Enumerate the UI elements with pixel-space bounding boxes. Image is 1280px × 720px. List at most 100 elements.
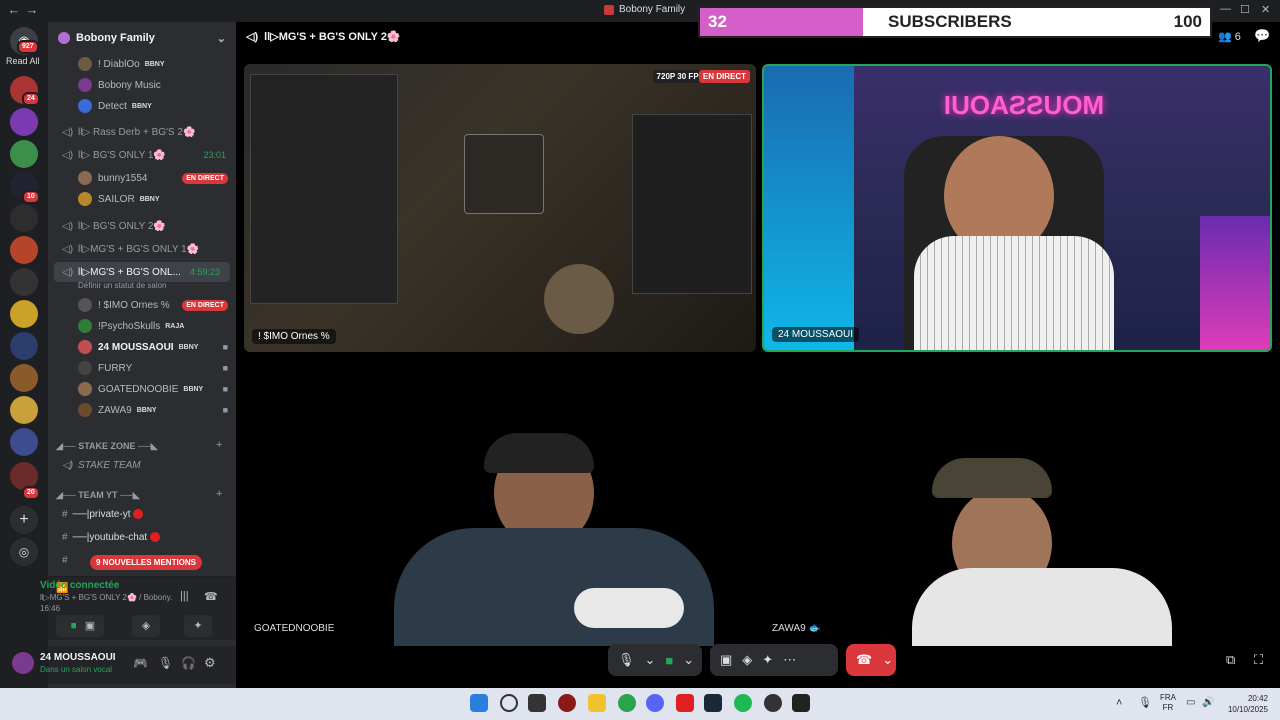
screen-share-icon[interactable]: ▣ [720,652,732,668]
language-indicator[interactable]: FRA FR [1160,693,1176,713]
voice-user[interactable]: ZAWA9 BBNY ■ [48,400,236,420]
stream-tile-game[interactable]: 720P 30 FPS EN DIRECT ! $IMO Ornes % [244,64,756,352]
screen-share-button[interactable]: ▣ [76,615,104,637]
game-controller-icon[interactable]: 🎮 [133,656,148,670]
server-icon[interactable] [10,332,38,360]
server-icon[interactable] [10,428,38,456]
voice-user[interactable]: 24 MOUSSAOUI BBNY ■ [48,337,236,357]
chevron-down-icon[interactable]: ⌄ [645,652,656,668]
voice-user[interactable]: Detect BBNY [48,96,236,116]
server-icon[interactable] [10,204,38,232]
app-icon[interactable] [792,694,810,712]
voice-user[interactable]: ! DiablOo BBNY [48,54,236,74]
user-name: FURRY [98,362,133,374]
app-icon[interactable] [558,694,576,712]
voice-channel[interactable]: ◁) ll▷MG'S + BG'S ONLY 1🌸 [48,239,236,259]
server-icon[interactable] [10,268,38,296]
maximize-button[interactable]: ☐ [1240,3,1250,16]
user-avatar[interactable] [12,652,34,674]
text-channel[interactable]: # ──| youtube-chat [48,527,236,547]
chrome-icon[interactable] [618,694,636,712]
add-channel-icon[interactable]: + [216,488,222,500]
microphone-icon[interactable]: 🎙 [158,656,173,670]
disconnect-call-button[interactable]: ☎ ⌄ [846,644,896,676]
server-icon[interactable] [10,300,38,328]
clock[interactable]: 20:42 10/10/2025 [1224,693,1268,715]
chat-bubble-icon[interactable]: 💬 [1254,28,1270,44]
chevron-down-icon: ⌄ [216,32,226,45]
chevron-down-icon[interactable]: ⌄ [683,652,694,668]
text-channel[interactable]: # ──| private-yt [48,504,236,524]
obs-icon[interactable] [764,694,782,712]
task-view-icon[interactable] [528,694,546,712]
server-icon[interactable] [10,236,38,264]
voice-channel[interactable]: ◁) ll▷ BG'S ONLY 2🌸 [48,216,236,236]
add-server-icon[interactable]: + [10,506,38,534]
headphones-icon[interactable]: 🎧 [181,656,196,670]
activity-icon[interactable]: ◈ [742,652,752,668]
camera-icon[interactable]: ■ [665,653,673,668]
windows-start-icon[interactable] [470,694,488,712]
webcam-tile-goatednoobie[interactable]: GOATEDNOOBIE [244,358,756,646]
voice-user[interactable]: Bobony Music [48,75,236,95]
role-tag: RAJA [165,322,185,330]
fullscreen-icon[interactable]: ⛶ [1254,652,1263,668]
forward-button[interactable]: → [22,2,42,17]
voice-channel-path[interactable]: ll▷MG'S + BG'S ONLY 2🌸 / Bobony... [40,593,172,602]
voice-user[interactable]: GOATEDNOOBIE BBNY ■ [48,379,236,399]
category-label: STAKE ZONE [78,441,136,451]
voice-channel[interactable]: ◁) ll▷ Rass Derb + BG'S 2🌸 [48,122,236,142]
steam-icon[interactable] [704,694,722,712]
read-all-button[interactable]: Read All [6,56,40,66]
voice-user[interactable]: bunny1554 EN DIRECT [48,168,236,188]
disconnect-icon[interactable]: ☎ [204,590,218,603]
server-header[interactable]: Bobony Family ⌄ [48,26,236,50]
microphone-icon[interactable]: 🎙 [1138,696,1152,709]
popout-icon[interactable]: ⧉ [1226,652,1235,668]
soundboard-button[interactable]: ✦ [184,615,212,637]
search-icon[interactable] [500,694,518,712]
voice-user[interactable]: SAILOR BBNY [48,189,236,209]
server-icon[interactable] [10,364,38,392]
back-button[interactable]: ← [4,2,24,17]
speaker-icon: ◁) [62,149,74,161]
voice-channel[interactable]: ◁) STAKE TEAM [48,455,236,475]
more-options-icon[interactable]: ⋯ [783,652,796,668]
channel-status[interactable]: Définir un statut de salon [78,281,167,290]
server-icon[interactable] [10,108,38,136]
voice-user[interactable]: !PsychoSkulls RAJA [48,316,236,336]
new-mentions-badge[interactable]: 9 NOUVELLES MENTIONS [90,555,203,570]
server-icon[interactable] [10,396,38,424]
voice-status: Vidéo connectée [40,580,120,591]
participants-button[interactable]: 👥 6 [1218,30,1241,43]
username[interactable]: 24 MOUSSAOUI [40,652,116,663]
voice-user[interactable]: ! $IMO Ornes % EN DIRECT [48,295,236,315]
close-button[interactable]: ✕ [1261,3,1270,16]
volume-icon[interactable]: 🔊 [1202,697,1214,708]
mic-control[interactable]: 🎙 ⌄ ■ ⌄ [608,644,702,676]
file-explorer-icon[interactable] [588,694,606,712]
chevron-up-icon[interactable]: ˄ [1116,697,1122,709]
webcam-tile-24-moussaoui[interactable]: MOUSSAOUI 24 MOUSSAOUI [762,64,1272,352]
call-title: ll▷MG'S + BG'S ONLY 2🌸 [264,31,401,43]
chevron-down-icon[interactable]: ⌄ [882,652,893,668]
soundboard-icon[interactable]: ✦ [762,652,773,668]
discord-icon[interactable] [646,694,664,712]
minimize-button[interactable]: — [1220,3,1231,15]
microphone-icon[interactable]: 🎙 [618,652,635,668]
active-voice-channel[interactable]: ◁) ll▷MG'S + BG'S ONL... 4:59:23 [54,262,230,282]
noise-suppression-icon[interactable]: ||| [180,590,189,602]
voice-user[interactable]: FURRY ■ [48,358,236,378]
network-icon[interactable]: ▭ [1186,697,1195,708]
app-icon[interactable] [676,694,694,712]
server-icon[interactable] [10,140,38,168]
category-stake-zone[interactable]: ◢── STAKE ZONE ──◣ [56,441,158,452]
add-channel-icon[interactable]: + [216,439,222,451]
explore-icon[interactable]: ◎ [10,538,38,566]
activity-button[interactable]: ◈ [132,615,160,637]
webcam-tile-zawa9[interactable]: ZAWA9 🐟 [762,358,1272,646]
voice-channel[interactable]: ◁) ll▷ BG'S ONLY 1🌸 23:01 [48,145,236,165]
spotify-icon[interactable] [734,694,752,712]
settings-gear-icon[interactable]: ⚙ [204,655,216,671]
category-team-yt[interactable]: ◢── TEAM YT ──◣ [56,490,140,501]
